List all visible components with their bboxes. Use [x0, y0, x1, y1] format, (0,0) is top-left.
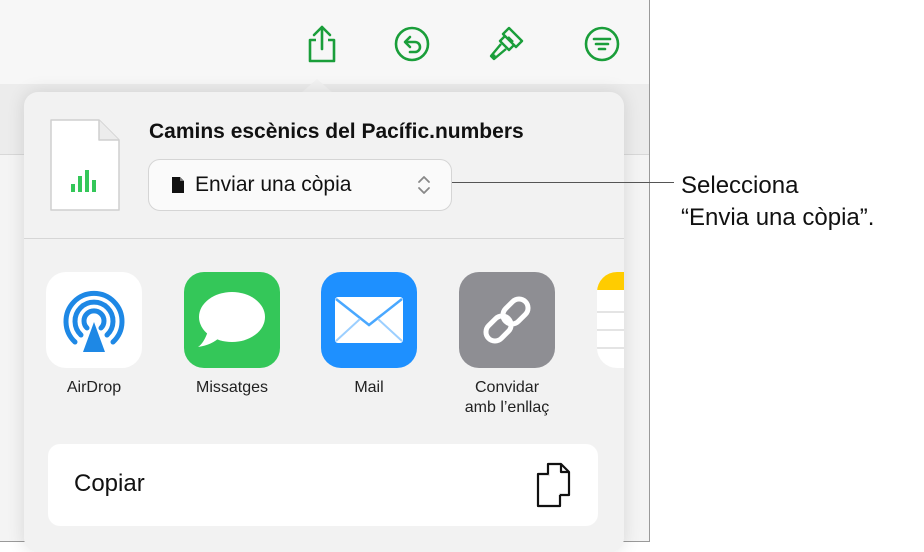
share-popover: Camins escènics del Pacífic.numbers Envi… [24, 92, 624, 552]
copy-icon [536, 462, 571, 508]
app-mail[interactable]: Mail [314, 272, 424, 398]
share-button[interactable] [302, 22, 342, 66]
toolbar [0, 0, 649, 85]
app-name-line1: Convidar [474, 379, 540, 396]
notes-tile [597, 272, 624, 368]
message-bubble-icon [198, 292, 265, 347]
link-icon [483, 296, 531, 344]
share-icon [308, 25, 336, 63]
app-name-line2: amb l’enllaç [464, 399, 550, 416]
chevron-updown-icon [418, 176, 430, 194]
paintbrush-icon [489, 26, 524, 61]
popover-arrow [301, 79, 333, 93]
organize-button[interactable] [582, 22, 622, 66]
app-name: Mail [354, 379, 384, 396]
app-name: N [590, 378, 624, 398]
app-airdrop[interactable]: AirDrop [39, 272, 149, 398]
app-invite-link[interactable]: Convidar amb l’enllaç [452, 272, 562, 418]
divider [24, 238, 624, 239]
callout-leader-line [452, 182, 674, 183]
send-copy-label: Enviar una còpia [195, 173, 352, 196]
document-thumbnail [49, 118, 121, 212]
numbers-chart-icon [50, 119, 120, 211]
send-copy-select[interactable]: Enviar una còpia [148, 159, 452, 211]
app-notes[interactable]: N [590, 272, 624, 398]
undo-button[interactable] [392, 22, 432, 66]
callout-line2: “Envia una còpia”. [681, 204, 875, 231]
document-icon [172, 177, 184, 193]
callout-line1: Selecciona [681, 172, 799, 199]
undo-icon [394, 26, 430, 62]
link-tile [459, 272, 555, 368]
airdrop-icon [63, 291, 125, 352]
airdrop-tile [46, 272, 142, 368]
callout-text: Selecciona “Envia una còpia”. [681, 170, 874, 234]
copy-action[interactable]: Copiar [48, 444, 598, 526]
format-button[interactable] [486, 22, 526, 66]
messages-tile [184, 272, 280, 368]
document-title: Camins escènics del Pacífic.numbers [149, 120, 524, 143]
app-messages[interactable]: Missatges [177, 272, 287, 398]
copy-label: Copiar [74, 470, 145, 497]
envelope-icon [335, 297, 403, 343]
notes-icon [597, 272, 624, 349]
mail-tile [321, 272, 417, 368]
app-name: AirDrop [66, 379, 122, 396]
filter-icon [584, 26, 620, 62]
app-name: Convidar amb l’enllaç [452, 378, 562, 418]
app-name: Missatges [195, 379, 269, 396]
share-apps-row: AirDrop Missatges Mail Convidar amb l’en… [24, 272, 624, 432]
